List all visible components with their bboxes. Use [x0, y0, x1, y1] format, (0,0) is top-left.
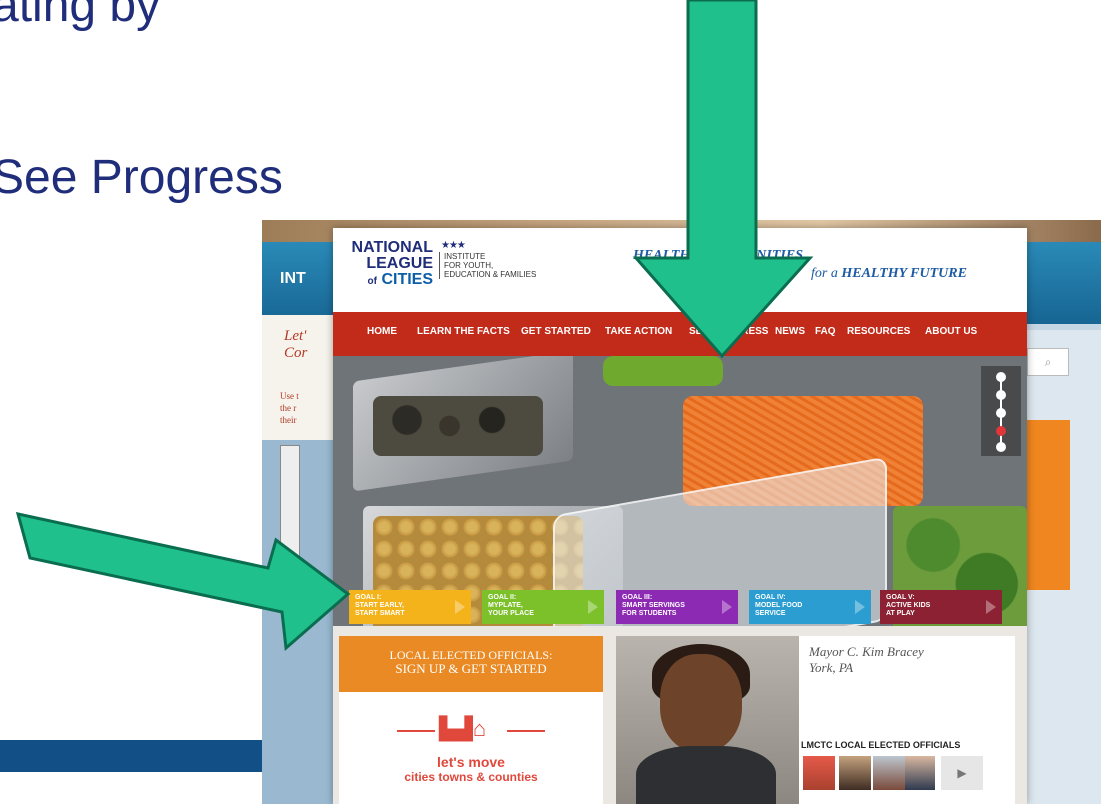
arrow-to-goals [15, 512, 351, 652]
arrow-down-to-see-progress [632, 0, 814, 359]
annotation-arrows [15, 0, 814, 652]
